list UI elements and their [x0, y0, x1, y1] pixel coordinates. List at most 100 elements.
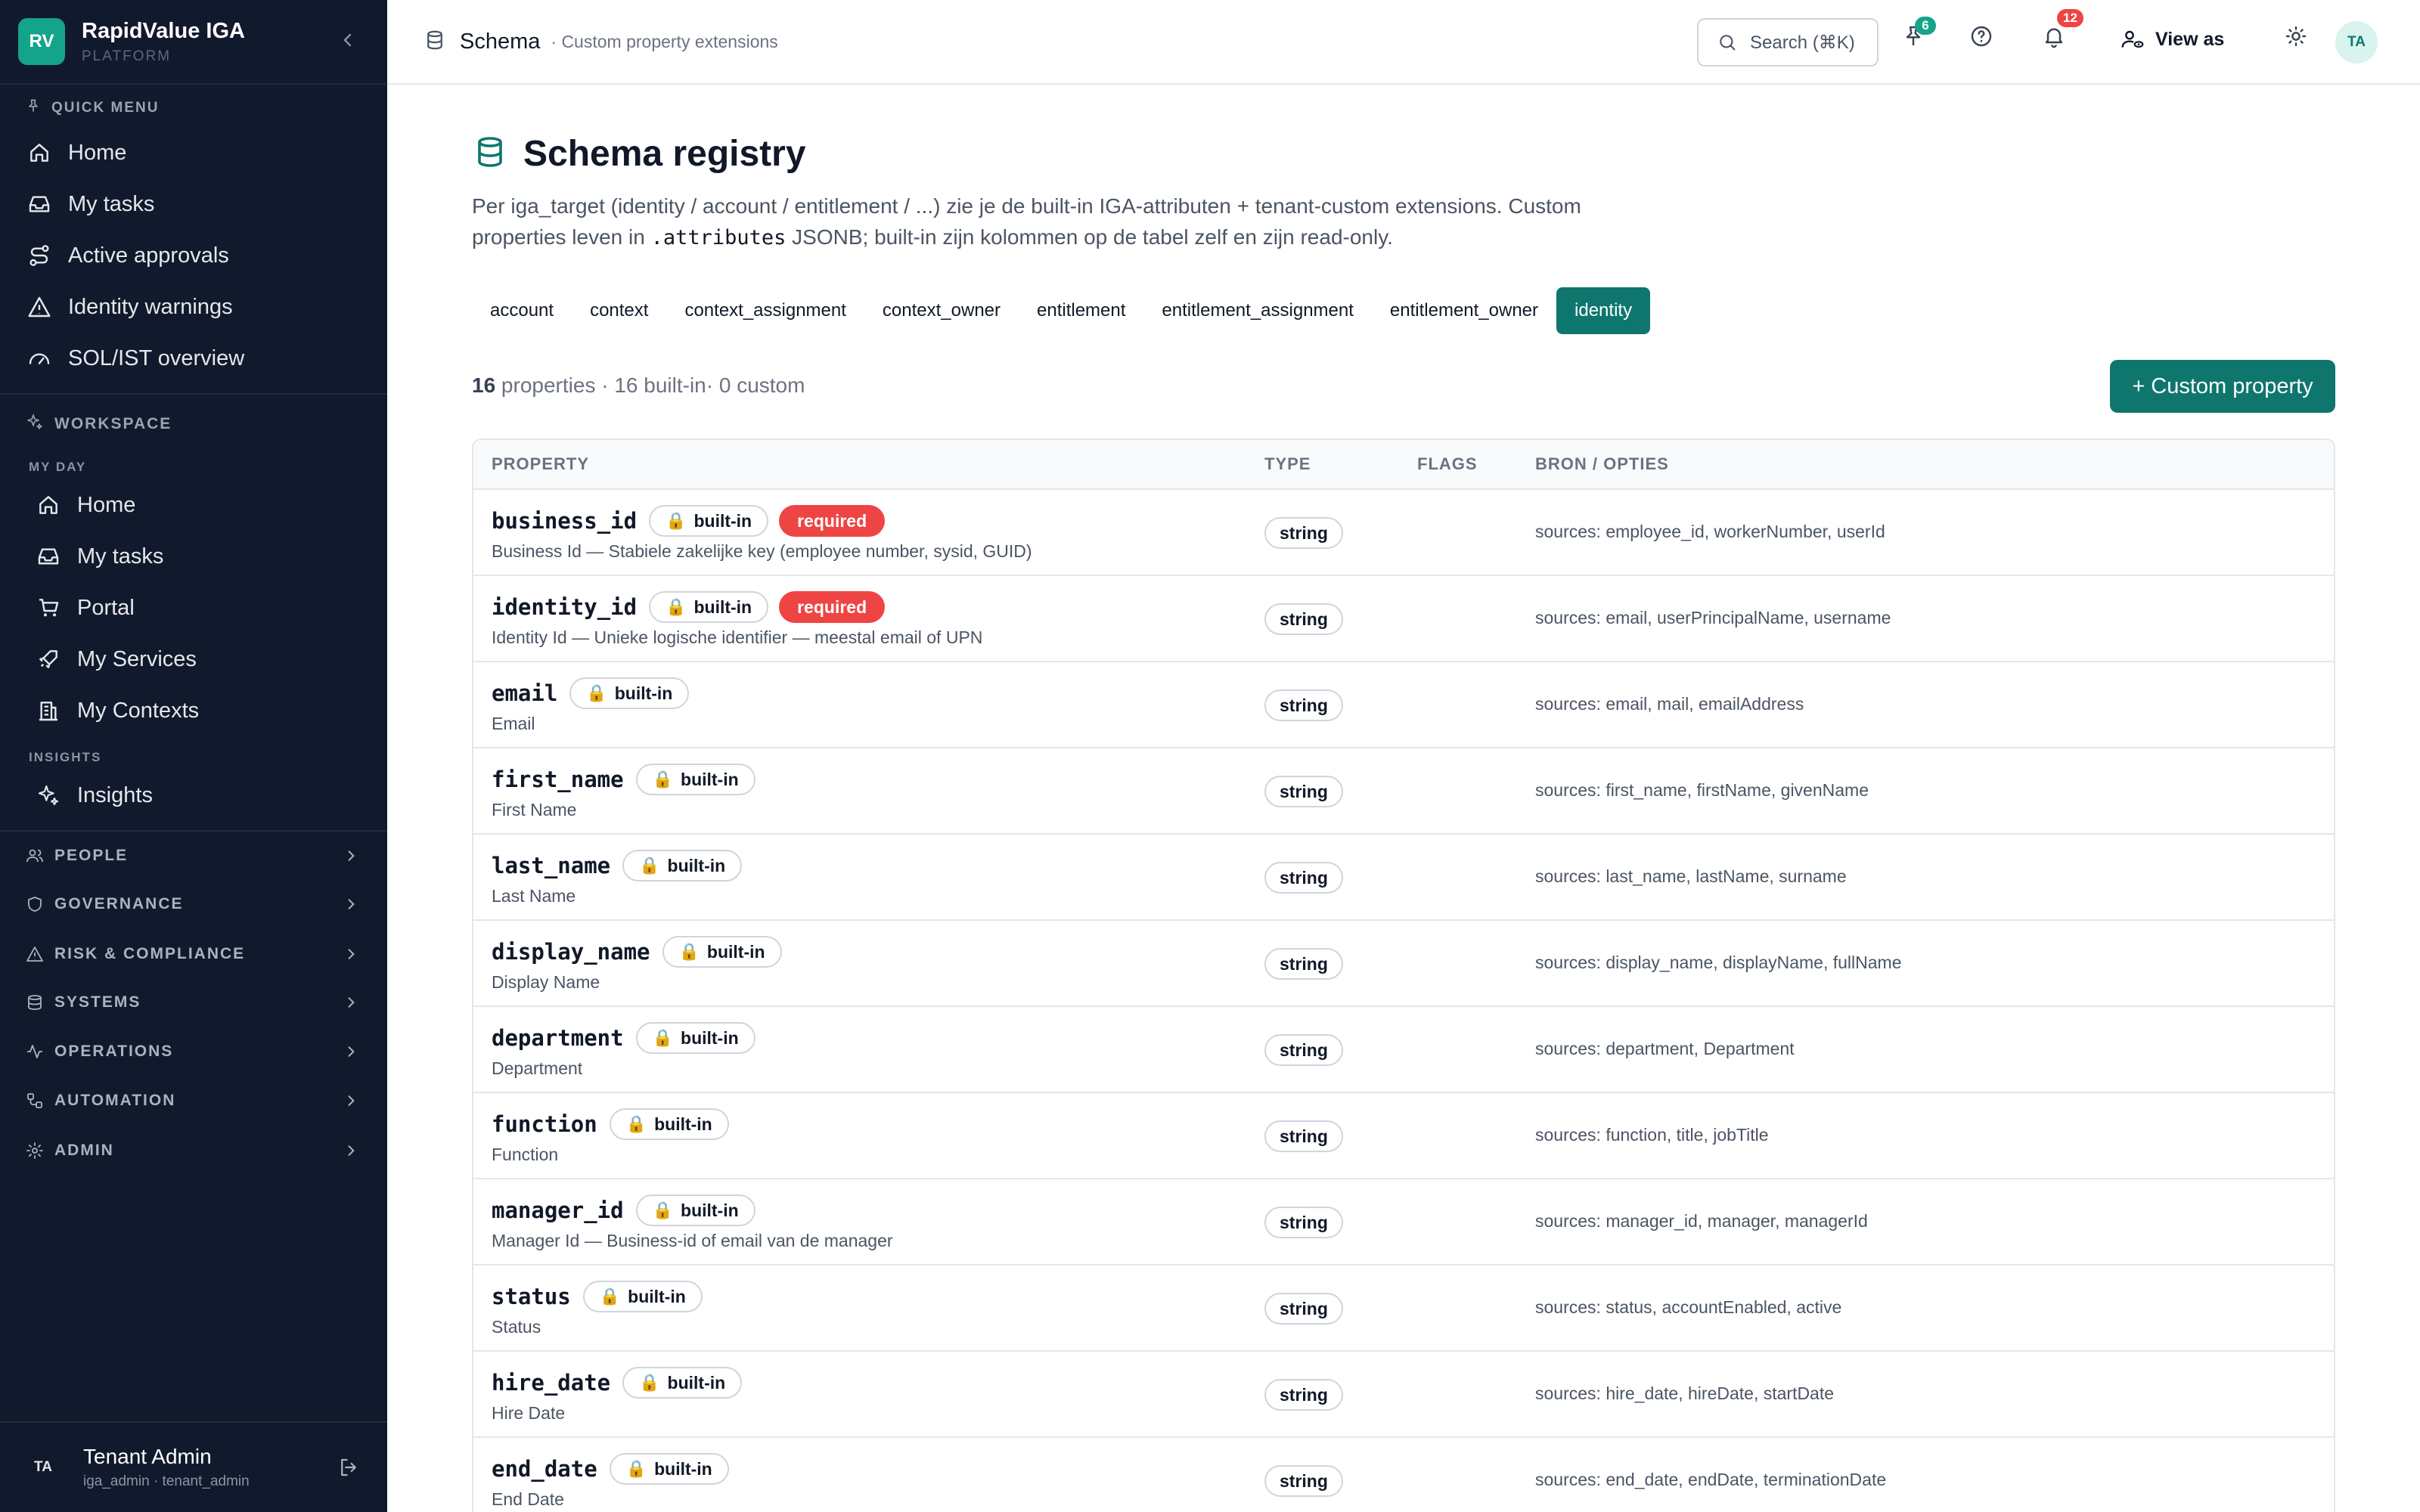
activity-icon — [26, 1043, 44, 1061]
rocket-icon — [36, 647, 60, 671]
sparkles-icon — [26, 413, 44, 435]
property-sources: sources: email, mail, emailAddress — [1535, 694, 1804, 714]
quick-sol-ist-overview[interactable]: SOL/IST overview — [27, 336, 244, 381]
property-label: Identity Id — Unieke logische identifier… — [492, 627, 983, 647]
group-admin[interactable]: ADMIN — [26, 1136, 358, 1166]
workspace-home[interactable]: Home — [36, 482, 135, 528]
property-sources: sources: display_name, displayName, full… — [1535, 953, 1902, 972]
tab-entitlement[interactable]: entitlement — [1019, 287, 1143, 334]
workspace-insights[interactable]: Insights — [36, 773, 153, 818]
home-icon — [36, 493, 60, 517]
type-badge: string — [1264, 517, 1343, 549]
table-row[interactable]: last_name 🔒 built-in Last Name string sources… — [473, 835, 2334, 921]
property-label: Status — [492, 1317, 541, 1337]
type-badge: string — [1264, 1293, 1343, 1325]
builtin-badge: 🔒 built-in — [609, 1108, 729, 1140]
table-row[interactable]: department 🔒 built-in Department string sourc… — [473, 1007, 2334, 1093]
tab-context-owner[interactable]: context_owner — [864, 287, 1019, 334]
quick-my-tasks[interactable]: My tasks — [27, 181, 154, 227]
database-icon — [424, 29, 446, 55]
brand-name: RapidValue IGA — [82, 18, 245, 43]
table-row[interactable]: function 🔒 built-in Function string sources: … — [473, 1093, 2334, 1179]
group-people[interactable]: PEOPLE — [26, 841, 358, 871]
lock-icon: 🔒 — [639, 1373, 660, 1392]
collapse-sidebar-icon[interactable] — [339, 31, 357, 53]
table-row[interactable]: identity_id 🔒 built-in required Identity Id … — [473, 576, 2334, 662]
table-row[interactable]: end_date 🔒 built-in End Date string sources: … — [473, 1438, 2334, 1512]
user-view-icon — [2121, 27, 2145, 51]
insights-heading: INSIGHTS — [29, 750, 102, 764]
required-badge: required — [779, 591, 886, 623]
sparkles-icon — [36, 783, 60, 807]
lock-icon: 🔒 — [652, 1028, 674, 1047]
tab-context[interactable]: context — [572, 287, 666, 334]
add-custom-property-button[interactable]: + Custom property — [2110, 360, 2335, 413]
workspace-my-tasks[interactable]: My tasks — [36, 534, 163, 579]
home-icon — [27, 141, 51, 165]
table-row[interactable]: status 🔒 built-in Status string sources: stat… — [473, 1266, 2334, 1352]
quick-identity-warnings[interactable]: Identity warnings — [27, 284, 233, 330]
property-sources: sources: hire_date, hireDate, startDate — [1535, 1383, 1835, 1403]
tab-entitlement-assignment[interactable]: entitlement_assignment — [1143, 287, 1371, 334]
search-button[interactable]: Search (⌘K) — [1697, 18, 1879, 67]
brand-logo: RV — [18, 18, 65, 65]
group-automation[interactable]: AUTOMATION — [26, 1086, 358, 1116]
property-label: Last Name — [492, 886, 576, 906]
avatar[interactable]: TA — [2335, 21, 2378, 64]
page-heading: Schema registry — [523, 134, 806, 174]
builtin-badge: 🔒 built-in — [609, 1453, 729, 1485]
view-as-button[interactable]: View as — [2121, 27, 2224, 51]
property-sources: sources: last_name, lastName, surname — [1535, 866, 1847, 886]
logout-icon[interactable] — [337, 1456, 360, 1479]
inbox-icon — [36, 544, 60, 569]
tab-context-assignment[interactable]: context_assignment — [666, 287, 864, 334]
warning-icon — [26, 945, 44, 963]
user-name: Tenant Admin — [83, 1445, 212, 1468]
type-badge: string — [1264, 776, 1343, 807]
type-badge: string — [1264, 1207, 1343, 1238]
property-label: End Date — [492, 1489, 564, 1509]
lock-icon: 🔒 — [652, 1201, 674, 1219]
property-sources: sources: first_name, firstName, givenNam… — [1535, 780, 1869, 800]
type-badge: string — [1264, 689, 1343, 721]
workspace-my-services[interactable]: My Services — [36, 637, 197, 682]
bell-icon[interactable] — [2042, 24, 2066, 48]
group-risk-compliance[interactable]: RISK & COMPLIANCE — [26, 939, 358, 969]
type-badge: string — [1264, 1379, 1343, 1411]
workflow-icon — [26, 1092, 44, 1110]
help-icon[interactable] — [1969, 24, 1993, 48]
type-badge: string — [1264, 1120, 1343, 1152]
table-row[interactable]: email 🔒 built-in Email string sources: email,… — [473, 662, 2334, 748]
builtin-badge: 🔒 built-in — [635, 1194, 755, 1226]
tab-identity[interactable]: identity — [1556, 287, 1651, 334]
brand-header: RV RapidValue IGA PLATFORM — [0, 0, 387, 85]
tab-entitlement-owner[interactable]: entitlement_owner — [1372, 287, 1556, 334]
property-sources: sources: end_date, endDate, terminationD… — [1535, 1470, 1887, 1489]
theme-toggle-icon[interactable] — [2284, 24, 2308, 48]
breadcrumb: Schema · Custom property extensions — [424, 29, 778, 55]
property-name: business_id — [492, 508, 638, 534]
column-header-property: PROPERTY — [492, 454, 590, 473]
quick-active-approvals[interactable]: Active approvals — [27, 233, 229, 278]
table-row[interactable]: hire_date 🔒 built-in Hire Date string sources… — [473, 1352, 2334, 1438]
breadcrumb-title[interactable]: Schema — [460, 29, 540, 54]
tab-account[interactable]: account — [472, 287, 572, 334]
builtin-badge: 🔒 built-in — [649, 505, 769, 537]
property-sources: sources: department, Department — [1535, 1039, 1795, 1058]
property-name: display_name — [492, 939, 650, 965]
table-row[interactable]: display_name 🔒 built-in Display Name string s… — [473, 921, 2334, 1007]
table-row[interactable]: manager_id 🔒 built-in Manager Id — Business… — [473, 1179, 2334, 1266]
property-label: First Name — [492, 800, 577, 820]
search-icon — [1717, 32, 1738, 53]
attributes-code: .attributes — [650, 226, 786, 249]
property-sources: sources: function, title, jobTitle — [1535, 1125, 1769, 1145]
group-systems[interactable]: SYSTEMS — [26, 987, 358, 1018]
property-label: Hire Date — [492, 1403, 566, 1423]
table-row[interactable]: first_name 🔒 built-in First Name string sourc… — [473, 748, 2334, 835]
table-row[interactable]: business_id 🔒 built-in required Business Id … — [473, 490, 2334, 576]
workspace-my-contexts[interactable]: My Contexts — [36, 688, 199, 733]
workspace-portal[interactable]: Portal — [36, 585, 135, 631]
group-governance[interactable]: GOVERNANCE — [26, 889, 358, 919]
quick-home[interactable]: Home — [27, 130, 126, 175]
group-operations[interactable]: OPERATIONS — [26, 1036, 358, 1067]
